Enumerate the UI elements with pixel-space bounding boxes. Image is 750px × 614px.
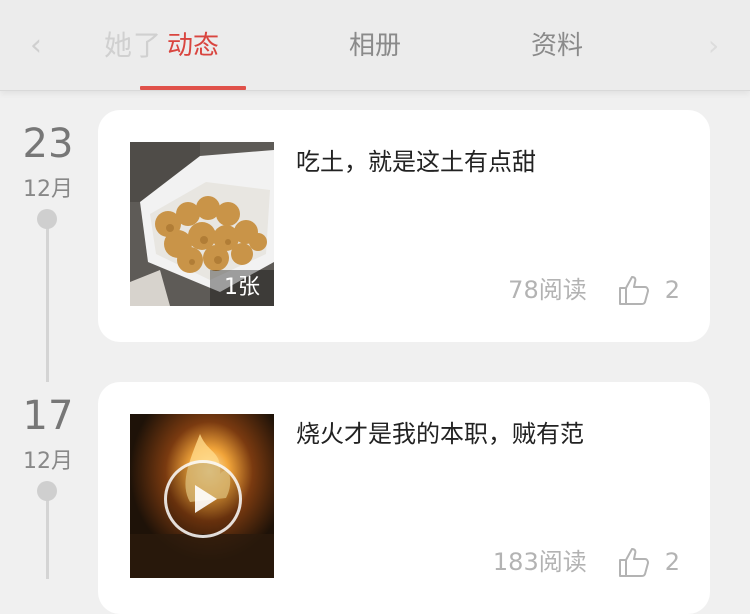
active-tab-indicator <box>140 86 246 90</box>
top-tab-bar: ‹ 她了 动态 相册 资料 › <box>0 0 750 91</box>
timeline-line <box>46 222 49 382</box>
post-video[interactable] <box>130 414 274 578</box>
post-month: 12月 <box>23 449 73 474</box>
tab-dynamics[interactable]: 动态 <box>133 24 253 68</box>
post-day: 17 <box>22 393 74 439</box>
post-card[interactable]: 1张 吃土，就是这土有点甜 78阅读 2 <box>98 110 710 342</box>
tab-album[interactable]: 相册 <box>315 24 435 68</box>
post-card[interactable]: 烧火才是我的本职，贼有范 183阅读 2 <box>98 382 710 614</box>
like-count: 2 <box>664 548 680 576</box>
thumbs-up-icon[interactable] <box>617 545 651 579</box>
timeline-dot <box>37 481 57 501</box>
chevron-right-icon[interactable]: › <box>708 28 728 64</box>
post-text: 烧火才是我的本职，贼有范 <box>296 420 584 448</box>
thumbs-up-icon[interactable] <box>617 273 651 307</box>
post-image[interactable]: 1张 <box>130 142 274 306</box>
read-count: 78阅读 <box>508 276 587 304</box>
like-count: 2 <box>664 276 680 304</box>
post-meta: 78阅读 2 <box>508 272 680 308</box>
back-icon[interactable]: ‹ <box>30 26 82 66</box>
timeline-line <box>46 494 49 579</box>
read-count: 183阅读 <box>492 548 587 576</box>
tab-profile[interactable]: 资料 <box>497 24 617 68</box>
post-day: 23 <box>22 121 74 167</box>
post-month: 12月 <box>23 177 73 202</box>
timeline-dot <box>37 209 57 229</box>
image-count-badge: 1张 <box>210 270 274 306</box>
play-icon[interactable] <box>164 460 242 538</box>
post-meta: 183阅读 2 <box>493 544 680 580</box>
post-text: 吃土，就是这土有点甜 <box>296 148 536 176</box>
